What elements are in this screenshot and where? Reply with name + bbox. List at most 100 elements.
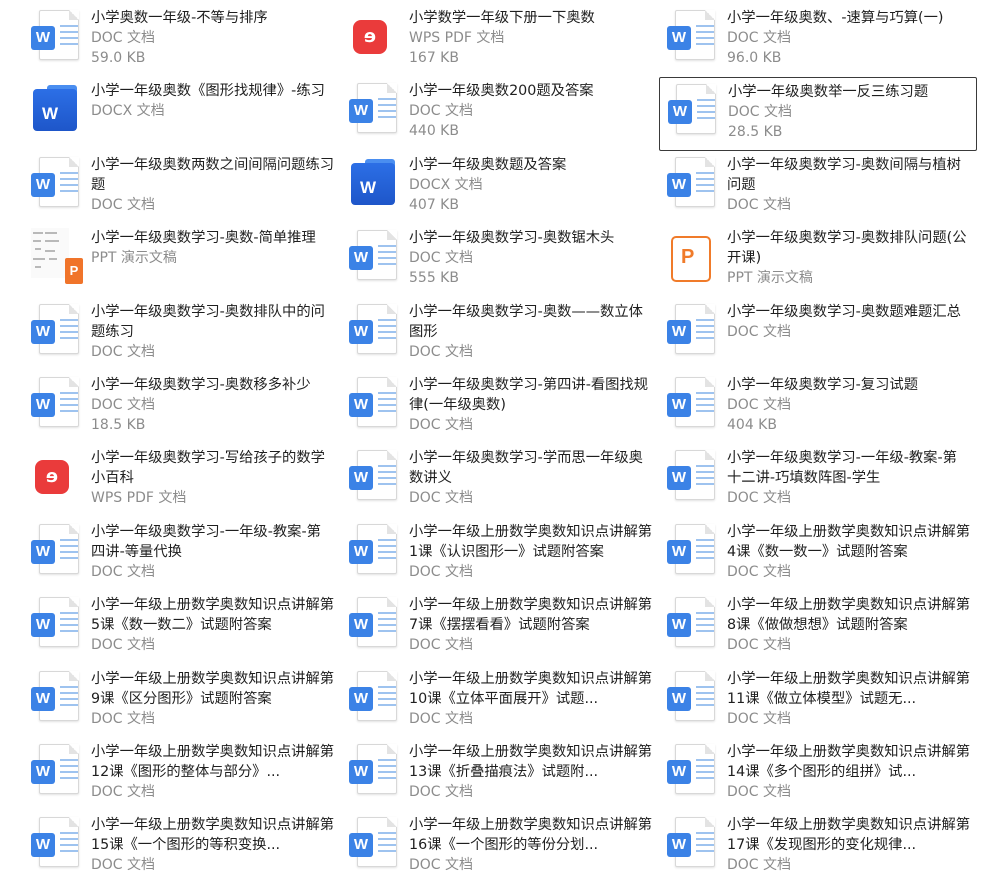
file-info: 小学一年级奥数两数之间间隔问题练习题 DOC 文档	[91, 155, 341, 215]
file-item[interactable]: W 小学一年级奥数200题及答案 DOC 文档 440 KB	[341, 77, 659, 150]
file-info: 小学一年级奥数学习-学而思一年级奥数讲义 DOC 文档	[409, 448, 659, 508]
file-type: DOCX 文档	[409, 176, 483, 193]
file-info: 小学一年级奥数学习-奥数排队问题(公开课) PPT 演示文稿	[727, 228, 977, 288]
file-info: 小学一年级上册数学奥数知识点讲解第13课《折叠描痕法》试题附... DOC 文档	[409, 742, 659, 802]
file-item[interactable]: W 小学一年级奥数《图形找规律》-练习 DOCX 文档	[23, 77, 341, 150]
file-name: 小学一年级奥数学习-奥数间隔与植树问题	[727, 156, 961, 193]
file-info: 小学一年级奥数学习-复习试题 DOC 文档 404 KB	[727, 375, 977, 435]
file-name: 小学一年级上册数学奥数知识点讲解第7课《摆摆看看》试题附答案	[409, 597, 653, 634]
word-doc-icon: W	[667, 448, 719, 508]
file-size: 167 KB	[409, 50, 459, 66]
file-name: 小学一年级奥数举一反三练习题	[728, 84, 929, 101]
file-type: DOC 文档	[727, 783, 792, 800]
file-info: 小学一年级上册数学奥数知识点讲解第1课《认识图形一》试题附答案 DOC 文档	[409, 522, 659, 582]
word-doc-icon: W	[349, 302, 401, 362]
file-info: 小学一年级上册数学奥数知识点讲解第12课《图形的整体与部分》... DOC 文档	[91, 742, 341, 802]
file-info: 小学一年级奥数学习-奥数锯木头 DOC 文档 555 KB	[409, 228, 659, 288]
file-info: 小学一年级奥数题及答案 DOCX 文档 407 KB	[409, 155, 659, 215]
file-type: DOC 文档	[91, 637, 156, 654]
word-doc-icon: W	[31, 522, 83, 582]
file-item[interactable]: W 小学一年级奥数题及答案 DOCX 文档 407 KB	[341, 151, 659, 224]
file-info: 小学一年级上册数学奥数知识点讲解第16课《一个图形的等份分划... DOC 文档	[409, 815, 659, 875]
file-type: DOC 文档	[727, 323, 792, 340]
file-item[interactable]: W 小学一年级奥数学习-一年级-教案-第四讲-等量代换 DOC 文档	[23, 518, 341, 591]
file-item[interactable]: ɘ 小学数学一年级下册一下奥数 WPS PDF 文档 167 KB	[341, 4, 659, 77]
word-doc-icon: W	[31, 8, 83, 68]
file-item[interactable]: W 小学一年级上册数学奥数知识点讲解第15课《一个图形的等积变换... DOC 文档	[23, 811, 341, 884]
word-doc-icon: W	[667, 375, 719, 435]
file-type: WPS PDF 文档	[91, 490, 187, 507]
word-doc-icon: W	[667, 155, 719, 215]
word-doc-icon: W	[349, 595, 401, 655]
file-item[interactable]: W 小学一年级上册数学奥数知识点讲解第10课《立体平面展开》试题... DOC 文档	[341, 665, 659, 738]
file-item[interactable]: W 小学一年级奥数、-速算与巧算(一) DOC 文档 96.0 KB	[659, 4, 977, 77]
file-item[interactable]: W 小学一年级上册数学奥数知识点讲解第17课《发现图形的变化规律... DOC 文档	[659, 811, 977, 884]
file-type: DOC 文档	[727, 637, 792, 654]
file-item[interactable]: W 小学一年级奥数学习-学而思一年级奥数讲义 DOC 文档	[341, 444, 659, 517]
file-name: 小学一年级奥数学习-奥数题难题汇总	[727, 303, 961, 320]
file-type: DOC 文档	[727, 490, 792, 507]
file-item[interactable]: W 小学一年级上册数学奥数知识点讲解第9课《区分图形》试题附答案 DOC 文档	[23, 665, 341, 738]
file-info: 小学一年级上册数学奥数知识点讲解第10课《立体平面展开》试题... DOC 文档	[409, 669, 659, 729]
file-item[interactable]: W 小学一年级上册数学奥数知识点讲解第13课《折叠描痕法》试题附... DOC 文档	[341, 738, 659, 811]
ppt-preview-icon: P	[31, 228, 83, 288]
file-item[interactable]: ɘ 小学一年级奥数学习-写给孩子的数学小百科 WPS PDF 文档	[23, 444, 341, 517]
file-name: 小学一年级上册数学奥数知识点讲解第16课《一个图形的等份分划...	[409, 817, 653, 854]
file-item[interactable]: W 小学一年级上册数学奥数知识点讲解第16课《一个图形的等份分划... DOC 文档	[341, 811, 659, 884]
word-docx-icon: W	[349, 155, 401, 215]
file-item[interactable]: W 小学一年级奥数学习-一年级-教案-第十二讲-巧填数阵图-学生 DOC 文档	[659, 444, 977, 517]
word-doc-icon: W	[349, 742, 401, 802]
file-type: DOC 文档	[409, 563, 474, 580]
file-item[interactable]: W 小学一年级奥数学习-奥数锯木头 DOC 文档 555 KB	[341, 224, 659, 297]
file-item[interactable]: W 小学一年级奥数学习-奥数排队中的问题练习 DOC 文档	[23, 298, 341, 371]
file-size: 18.5 KB	[91, 416, 146, 433]
file-item[interactable]: W 小学一年级奥数学习-第四讲-看图找规律(一年级奥数) DOC 文档	[341, 371, 659, 444]
word-doc-icon: W	[667, 595, 719, 655]
file-info: 小学一年级上册数学奥数知识点讲解第11课《做立体模型》试题无... DOC 文档	[727, 669, 977, 729]
file-item[interactable]: W 小学奥数一年级-不等与排序 DOC 文档 59.0 KB	[23, 4, 341, 77]
file-item[interactable]: W 小学一年级奥数学习-复习试题 DOC 文档 404 KB	[659, 371, 977, 444]
file-size: 407 KB	[409, 196, 459, 213]
file-item[interactable]: W 小学一年级上册数学奥数知识点讲解第7课《摆摆看看》试题附答案 DOC 文档	[341, 591, 659, 664]
file-type: DOC 文档	[91, 196, 156, 213]
word-doc-icon: W	[667, 8, 719, 68]
file-info: 小学一年级上册数学奥数知识点讲解第9课《区分图形》试题附答案 DOC 文档	[91, 669, 341, 729]
file-name: 小学一年级上册数学奥数知识点讲解第4课《数一数一》试题附答案	[727, 523, 971, 560]
file-item[interactable]: W 小学一年级上册数学奥数知识点讲解第12课《图形的整体与部分》... DOC 文档	[23, 738, 341, 811]
file-item[interactable]: P 小学一年级奥数学习-奥数-简单推理 PPT 演示文稿	[23, 224, 341, 297]
file-item[interactable]: W 小学一年级奥数学习-奥数题难题汇总 DOC 文档	[659, 298, 977, 371]
file-info: 小学一年级上册数学奥数知识点讲解第7课《摆摆看看》试题附答案 DOC 文档	[409, 595, 659, 655]
file-item[interactable]: W 小学一年级奥数两数之间间隔问题练习题 DOC 文档	[23, 151, 341, 224]
file-info: 小学一年级上册数学奥数知识点讲解第14课《多个图形的组拼》试... DOC 文档	[727, 742, 977, 802]
file-item[interactable]: W 小学一年级上册数学奥数知识点讲解第8课《做做想想》试题附答案 DOC 文档	[659, 591, 977, 664]
file-size: 59.0 KB	[91, 50, 146, 66]
file-info: 小学一年级奥数学习-一年级-教案-第四讲-等量代换 DOC 文档	[91, 522, 341, 582]
file-type: DOC 文档	[409, 103, 474, 120]
file-item[interactable]: W 小学一年级奥数学习-奥数间隔与植树问题 DOC 文档	[659, 151, 977, 224]
file-type: DOC 文档	[91, 30, 156, 46]
word-doc-icon: W	[31, 302, 83, 362]
file-name: 小学一年级奥数学习-奥数锯木头	[409, 230, 615, 247]
file-type: DOC 文档	[409, 857, 474, 874]
file-item[interactable]: W 小学一年级上册数学奥数知识点讲解第14课《多个图形的组拼》试... DOC 文档	[659, 738, 977, 811]
file-name: 小学一年级奥数、-速算与巧算(一)	[727, 10, 944, 26]
file-item[interactable]: P 小学一年级奥数学习-奥数排队问题(公开课) PPT 演示文稿	[659, 224, 977, 297]
file-item[interactable]: W 小学一年级上册数学奥数知识点讲解第1课《认识图形一》试题附答案 DOC 文档	[341, 518, 659, 591]
word-doc-icon: W	[349, 669, 401, 729]
file-item[interactable]: W 小学一年级上册数学奥数知识点讲解第11课《做立体模型》试题无... DOC 文档	[659, 665, 977, 738]
file-type: DOC 文档	[727, 710, 792, 727]
file-item[interactable]: W 小学一年级上册数学奥数知识点讲解第5课《数一数二》试题附答案 DOC 文档	[23, 591, 341, 664]
word-doc-icon: W	[349, 228, 401, 288]
file-type: DOC 文档	[727, 396, 792, 413]
file-item[interactable]: W 小学一年级上册数学奥数知识点讲解第4课《数一数一》试题附答案 DOC 文档	[659, 518, 977, 591]
file-name: 小学一年级上册数学奥数知识点讲解第14课《多个图形的组拼》试...	[727, 743, 971, 780]
word-doc-icon: W	[667, 742, 719, 802]
file-name: 小学一年级奥数《图形找规律》-练习	[91, 83, 325, 100]
file-item[interactable]: W 小学一年级奥数学习-奥数移多补少 DOC 文档 18.5 KB	[23, 371, 341, 444]
word-doc-icon: W	[31, 595, 83, 655]
file-type: DOC 文档	[409, 637, 474, 654]
file-type: DOC 文档	[728, 104, 793, 121]
file-item[interactable]: W 小学一年级奥数学习-奥数——数立体图形 DOC 文档	[341, 298, 659, 371]
file-info: 小学一年级上册数学奥数知识点讲解第15课《一个图形的等积变换... DOC 文档	[91, 815, 341, 875]
file-item[interactable]: W 小学一年级奥数举一反三练习题 DOC 文档 28.5 KB	[659, 77, 977, 151]
